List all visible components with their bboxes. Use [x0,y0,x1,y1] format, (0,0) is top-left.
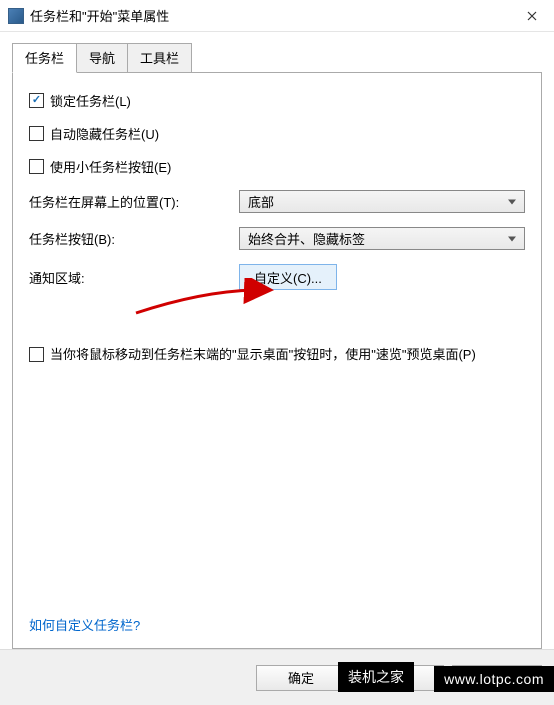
checkbox-icon [29,347,44,362]
preview-desktop-label: 当你将鼠标移动到任务栏末端的"显示桌面"按钮时，使用"速览"预览桌面(P) [50,345,476,365]
checkbox-icon [29,126,44,141]
position-select[interactable]: 底部 [239,190,525,213]
tab-panel: 锁定任务栏(L) 自动隐藏任务栏(U) 使用小任务栏按钮(E) 任务栏在屏幕上的… [12,72,542,649]
buttons-label: 任务栏按钮(B): [29,229,239,248]
ok-button[interactable]: 确定 [256,665,346,691]
buttons-select[interactable]: 始终合并、隐藏标签 [239,227,525,250]
tab-toolbars[interactable]: 工具栏 [127,43,192,73]
small-buttons-row[interactable]: 使用小任务栏按钮(E) [29,157,525,176]
position-row: 任务栏在屏幕上的位置(T): 底部 [29,190,525,213]
position-label: 任务栏在屏幕上的位置(T): [29,192,239,211]
buttons-row: 任务栏按钮(B): 始终合并、隐藏标签 [29,227,525,250]
tab-navigation[interactable]: 导航 [76,43,128,73]
titlebar: 任务栏和"开始"菜单属性 [0,0,554,32]
app-icon [8,8,24,24]
buttons-value: 始终合并、隐藏标签 [248,229,365,248]
close-button[interactable] [509,1,554,31]
auto-hide-row[interactable]: 自动隐藏任务栏(U) [29,124,525,143]
checkbox-icon [29,159,44,174]
dialog-content: 任务栏 导航 工具栏 锁定任务栏(L) 自动隐藏任务栏(U) 使用小任务栏按钮(… [0,32,554,649]
notification-label: 通知区域: [29,268,239,287]
watermark-url: www.lotpc.com [434,666,554,692]
tab-strip: 任务栏 导航 工具栏 [12,43,542,73]
window-title: 任务栏和"开始"菜单属性 [30,6,509,25]
help-link[interactable]: 如何自定义任务栏? [29,615,140,634]
tab-taskbar[interactable]: 任务栏 [12,43,77,73]
checkbox-icon [29,93,44,108]
customize-button[interactable]: 自定义(C)... [239,264,337,290]
watermark-brand: 装机之家 [338,662,414,692]
position-value: 底部 [248,192,274,211]
auto-hide-label: 自动隐藏任务栏(U) [50,124,159,143]
close-icon [527,11,537,21]
small-buttons-label: 使用小任务栏按钮(E) [50,157,171,176]
notification-row: 通知区域: 自定义(C)... [29,264,525,290]
lock-taskbar-label: 锁定任务栏(L) [50,91,131,110]
lock-taskbar-row[interactable]: 锁定任务栏(L) [29,91,525,110]
preview-desktop-row[interactable]: 当你将鼠标移动到任务栏末端的"显示桌面"按钮时，使用"速览"预览桌面(P) [29,345,525,365]
